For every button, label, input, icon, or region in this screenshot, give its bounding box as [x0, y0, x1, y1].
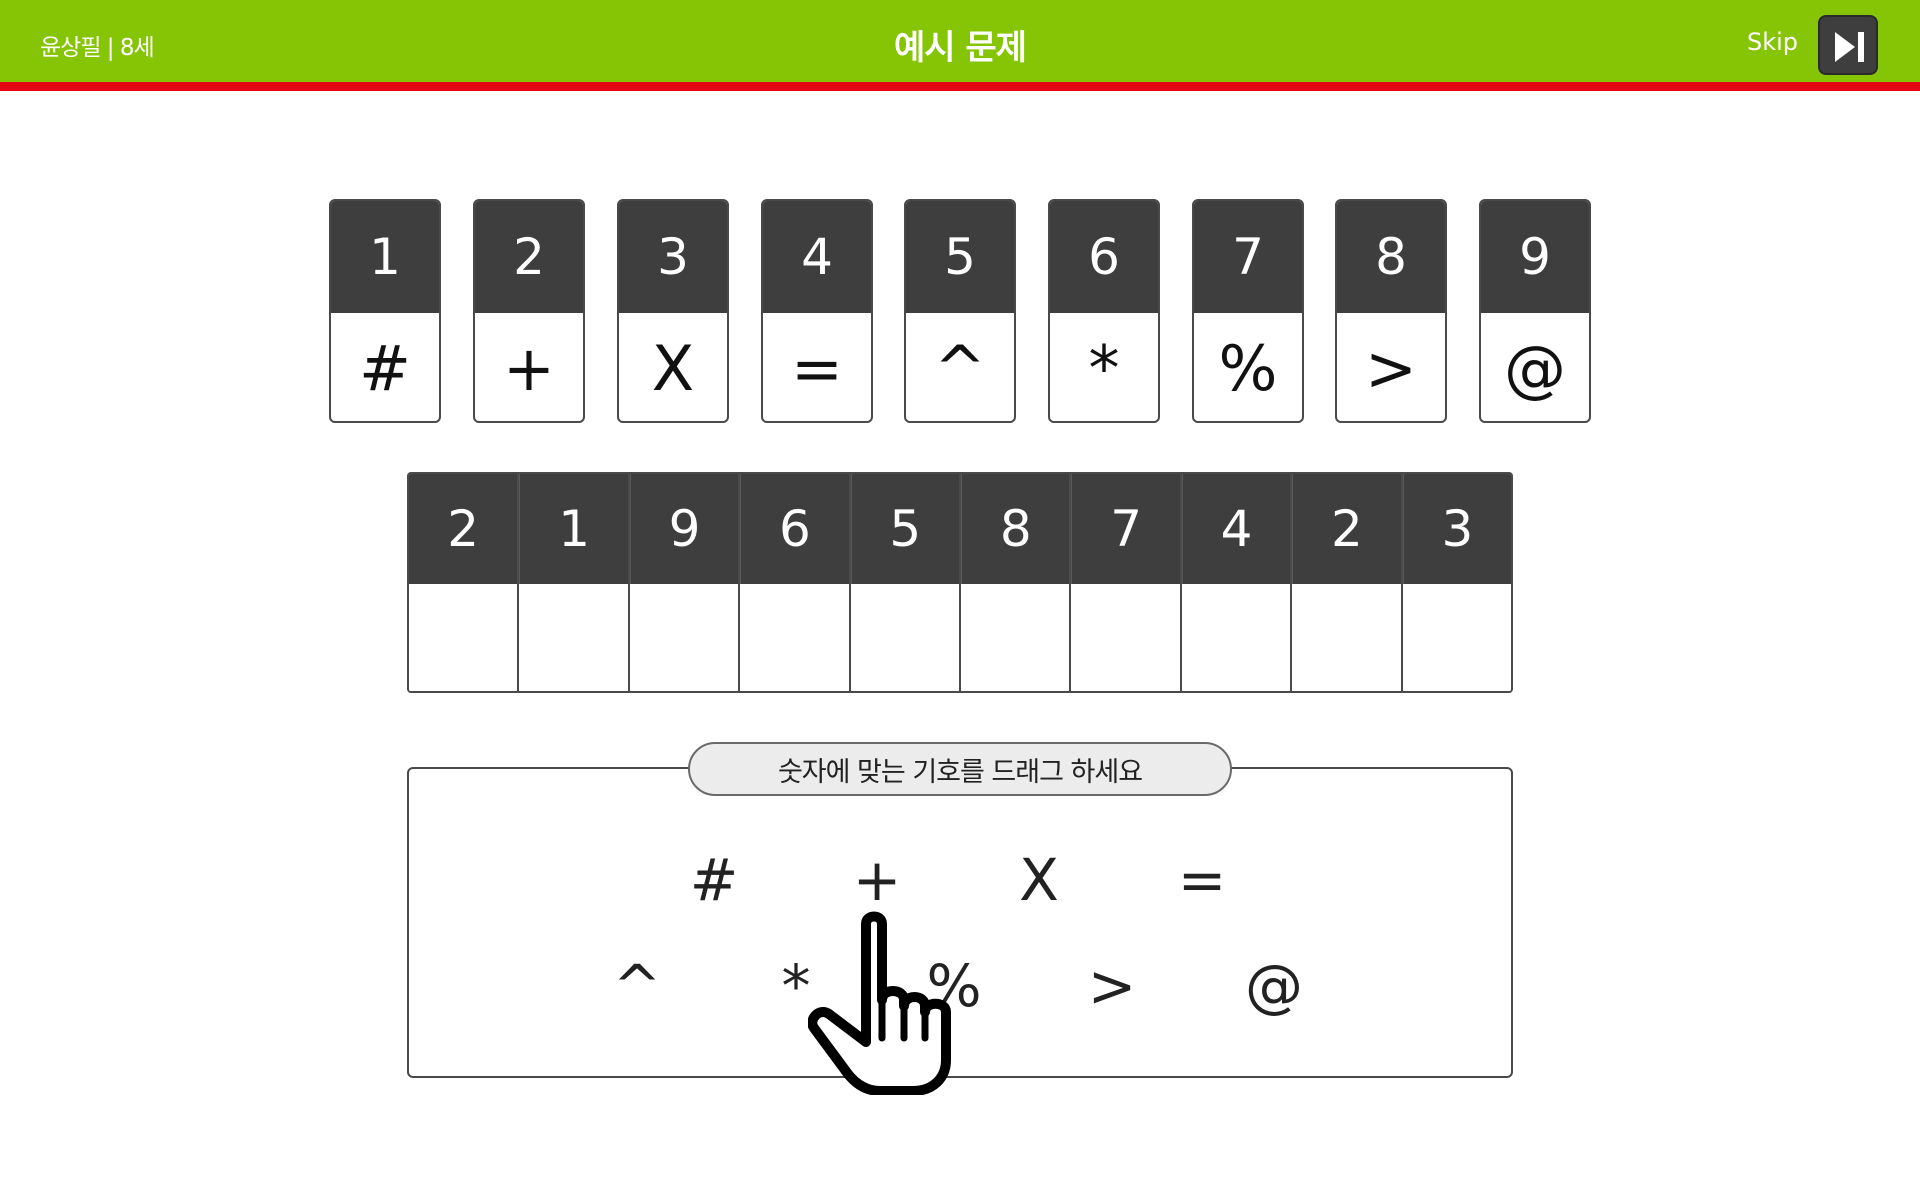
answer-cell: 4: [1179, 474, 1291, 691]
answer-cell: 7: [1069, 474, 1180, 691]
instruction-label: 숫자에 맞는 기호를 드래그 하세요: [688, 742, 1232, 796]
answer-cell: 9: [627, 474, 739, 691]
answer-grid: 2 1 9 6 5 8 7 4 2 3: [407, 472, 1513, 693]
page-title: 예시 문제: [894, 28, 1027, 68]
drop-slot[interactable]: [409, 584, 518, 691]
answer-cell: 2: [409, 474, 518, 691]
draggable-symbol[interactable]: %: [909, 946, 999, 1026]
question-number: 3: [1402, 474, 1511, 584]
top-bar: 윤상필 | 8세 예시 문제 Skip: [0, 0, 1920, 91]
key-symbol: X: [651, 331, 695, 405]
skip-button[interactable]: [1818, 15, 1878, 75]
answer-cell: 2: [1290, 474, 1401, 691]
key-number: 8: [1337, 201, 1445, 313]
key-number: 2: [475, 201, 583, 313]
drop-slot[interactable]: [1402, 584, 1511, 691]
key-number: 4: [763, 201, 871, 313]
key-number: 9: [1481, 201, 1589, 313]
drop-slot[interactable]: [1071, 584, 1180, 691]
answer-cell: 5: [848, 474, 960, 691]
drop-slot[interactable]: [519, 584, 628, 691]
key-card: 2 +: [473, 199, 585, 423]
key-symbol: #: [359, 331, 411, 405]
key-card: 3 X: [617, 199, 729, 423]
question-number: 6: [740, 474, 849, 584]
question-number: 8: [961, 474, 1070, 584]
draggable-symbol[interactable]: >: [1067, 946, 1157, 1026]
draggable-symbol[interactable]: #: [669, 840, 759, 920]
skip-forward-icon: [1835, 32, 1864, 62]
symbol-key: 1 # 2 + 3 X 4 = 5 ^ 6 * 7 % 8 > 9 @: [329, 199, 1591, 423]
question-number: 5: [850, 474, 960, 584]
answer-cell: 6: [738, 474, 849, 691]
drop-slot[interactable]: [740, 584, 849, 691]
key-number: 6: [1050, 201, 1158, 313]
key-card: 9 @: [1479, 199, 1591, 423]
key-symbol: >: [1365, 331, 1417, 405]
question-number: 1: [519, 474, 628, 584]
key-symbol: %: [1218, 331, 1278, 405]
symbol-palette: [407, 767, 1513, 1078]
key-symbol: +: [503, 331, 555, 405]
key-number: 3: [619, 201, 727, 313]
drop-slot[interactable]: [629, 584, 739, 691]
question-number: 9: [629, 474, 739, 584]
draggable-symbol[interactable]: +: [832, 840, 922, 920]
drop-slot[interactable]: [850, 584, 960, 691]
drop-slot[interactable]: [961, 584, 1070, 691]
key-card: 8 >: [1335, 199, 1447, 423]
answer-cell: 8: [959, 474, 1070, 691]
key-card: 5 ^: [904, 199, 1016, 423]
key-symbol: @: [1504, 331, 1566, 405]
skip-label[interactable]: Skip: [1747, 28, 1798, 56]
key-symbol: ^: [934, 331, 986, 405]
key-number: 5: [906, 201, 1014, 313]
answer-cell: 3: [1400, 474, 1511, 691]
draggable-symbol[interactable]: *: [751, 946, 841, 1026]
draggable-symbol[interactable]: X: [994, 840, 1084, 920]
question-number: 7: [1071, 474, 1180, 584]
key-symbol: *: [1088, 331, 1120, 405]
key-card: 4 =: [761, 199, 873, 423]
key-symbol: =: [791, 331, 843, 405]
drop-slot[interactable]: [1292, 584, 1401, 691]
draggable-symbol[interactable]: @: [1229, 946, 1319, 1026]
question-number: 2: [1292, 474, 1401, 584]
key-card: 7 %: [1192, 199, 1304, 423]
key-number: 7: [1194, 201, 1302, 313]
draggable-symbol[interactable]: ^: [592, 946, 682, 1026]
answer-cell: 1: [517, 474, 628, 691]
question-number: 4: [1181, 474, 1291, 584]
key-number: 1: [331, 201, 439, 313]
drop-slot[interactable]: [1181, 584, 1291, 691]
question-number: 2: [409, 474, 518, 584]
key-card: 1 #: [329, 199, 441, 423]
draggable-symbol[interactable]: =: [1157, 840, 1247, 920]
key-card: 6 *: [1048, 199, 1160, 423]
